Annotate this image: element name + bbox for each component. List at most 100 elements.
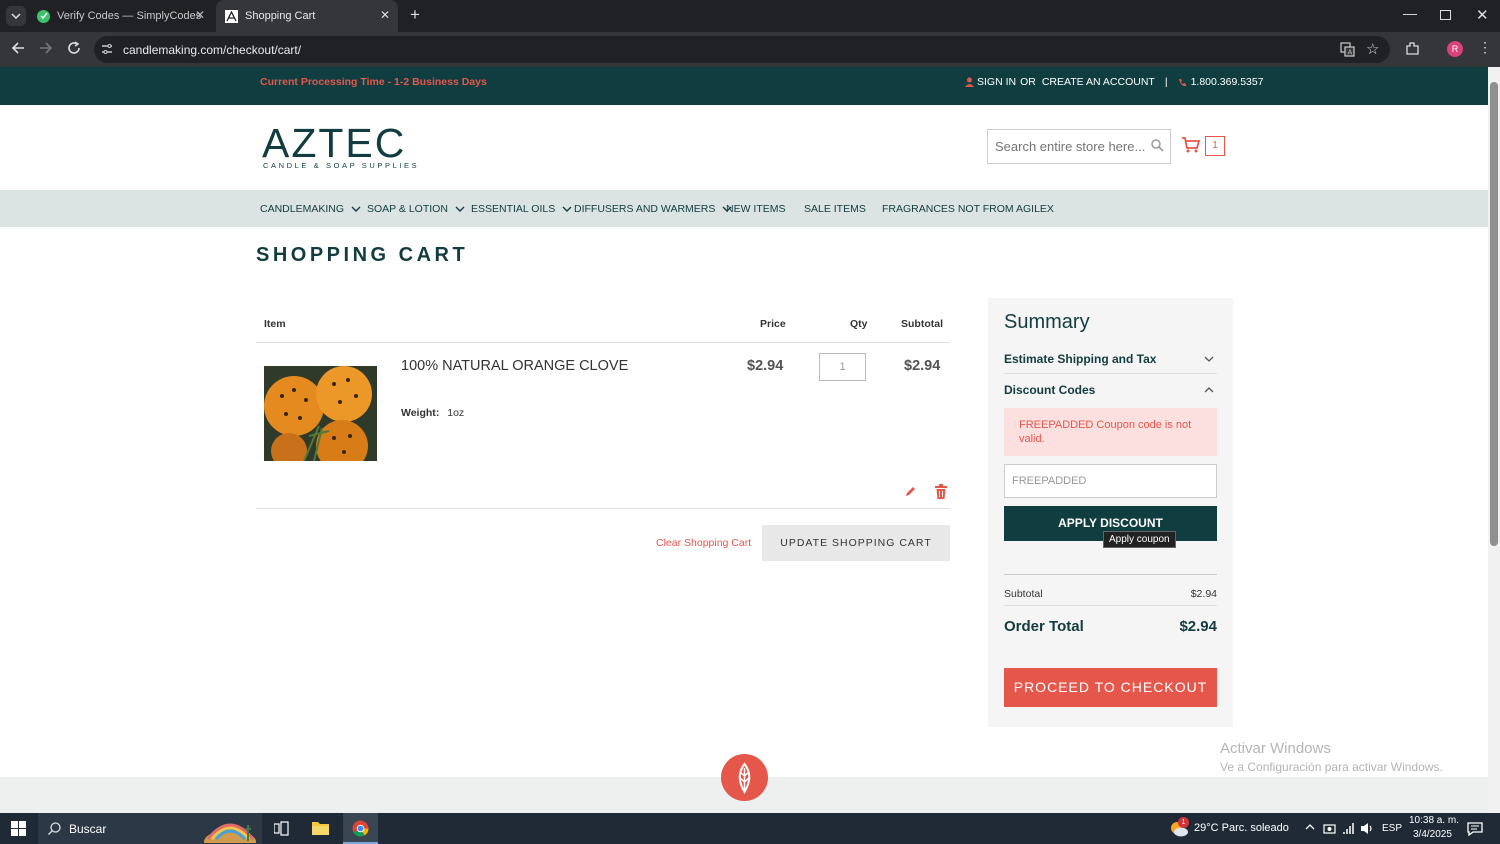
meet-now-icon[interactable] <box>1323 822 1336 835</box>
discount-codes-toggle[interactable]: Discount Codes <box>1004 376 1217 406</box>
create-account-link[interactable]: CREATE AN ACCOUNT <box>1042 76 1155 88</box>
translate-icon[interactable]: A <box>1340 42 1355 57</box>
taskbar-search-label: Buscar <box>69 822 107 836</box>
tab-title: Verify Codes — SimplyCodes <box>57 10 202 22</box>
cart-count-badge[interactable]: 1 <box>1205 136 1225 156</box>
back-icon[interactable] <box>10 40 26 56</box>
profile-avatar[interactable]: R <box>1447 41 1463 57</box>
aztec-logo[interactable]: AZTEC CANDLE & SOAP SUPPLIES <box>262 121 417 171</box>
chevron-down-icon <box>351 206 361 212</box>
minimize-icon[interactable]: — <box>1403 5 1417 21</box>
nav-label: CANDLEMAKING <box>260 202 345 215</box>
nav-sale-items[interactable]: SALE ITEMS <box>804 190 866 227</box>
search-input[interactable] <box>988 130 1148 163</box>
tab-simplycodes[interactable]: Verify Codes — SimplyCodes ✕ <box>28 0 214 32</box>
nav-candlemaking[interactable]: CANDLEMAKING <box>260 190 361 227</box>
delete-trash-icon[interactable] <box>935 484 947 499</box>
nav-label: ESSENTIAL OILS <box>471 202 556 215</box>
chevron-down-icon <box>1204 356 1214 362</box>
taskbar-chrome-button[interactable] <box>343 813 378 844</box>
notifications-icon[interactable] <box>1467 822 1483 836</box>
phone-link[interactable]: 1.800.369.5357 <box>1191 76 1264 88</box>
coupon-code-input[interactable]: FREEPADDED <box>1004 464 1217 498</box>
chevron-down-icon <box>562 206 572 212</box>
reload-icon[interactable] <box>66 40 82 56</box>
url-text[interactable]: candlemaking.com/checkout/cart/ <box>123 43 301 57</box>
chevron-up-icon <box>1204 387 1214 393</box>
logo-subtitle: CANDLE & SOAP SUPPLIES <box>263 161 420 170</box>
leaf-badge[interactable] <box>721 754 768 801</box>
sign-in-link[interactable]: SIGN IN <box>977 76 1016 88</box>
order-total-label: Order Total <box>1004 618 1084 635</box>
scrollbar-thumb[interactable] <box>1490 82 1498 546</box>
nav-diffusers-warmers[interactable]: DIFFUSERS AND WARMERS <box>574 190 732 227</box>
extensions-icon[interactable] <box>1405 41 1420 56</box>
windows-start-icon[interactable] <box>11 821 26 836</box>
close-window-icon[interactable]: ✕ <box>1476 6 1489 24</box>
chevron-up-icon[interactable] <box>1305 824 1315 830</box>
shipping-tax-label: Estimate Shipping and Tax <box>1004 352 1157 366</box>
leaf-icon <box>738 762 751 794</box>
chrome-icon <box>352 820 369 837</box>
proceed-to-checkout-button[interactable]: PROCEED TO CHECKOUT <box>1004 668 1217 707</box>
search-box[interactable] <box>987 129 1171 164</box>
page-scrollbar[interactable] <box>1488 67 1500 813</box>
orange-clove-image <box>264 366 377 461</box>
main-navigation: CANDLEMAKING SOAP & LOTION ESSENTIAL OIL… <box>0 190 1488 227</box>
weather-badge: 1 <box>1178 817 1189 828</box>
col-header-qty: Qty <box>850 318 868 330</box>
site-info-icon[interactable] <box>101 43 113 55</box>
nav-fragrances-not-agilex[interactable]: FRAGRANCES NOT FROM AGILEX <box>882 190 1054 227</box>
forward-icon[interactable] <box>38 40 54 56</box>
shipping-tax-toggle[interactable]: Estimate Shipping and Tax <box>1004 344 1217 374</box>
clear-cart-link[interactable]: Clear Shopping Cart <box>656 537 751 549</box>
new-tab-icon[interactable]: + <box>406 6 424 24</box>
site-header: AZTEC CANDLE & SOAP SUPPLIES 1 <box>0 105 1488 190</box>
weather-widget[interactable]: 1 <box>1169 817 1189 837</box>
discount-codes-label: Discount Codes <box>1004 383 1096 397</box>
activate-windows-title: Activar Windows <box>1220 740 1331 757</box>
volume-icon[interactable] <box>1360 822 1374 835</box>
search-icon[interactable] <box>1151 139 1164 152</box>
bookmark-star-icon[interactable]: ☆ <box>1366 40 1379 58</box>
option-value: 1oz <box>447 407 465 419</box>
option-label: Weight <box>401 407 436 419</box>
tab-search-button[interactable] <box>6 6 26 26</box>
divider <box>1004 574 1217 575</box>
qty-input[interactable]: 1 <box>819 353 866 381</box>
item-subtotal: $2.94 <box>904 358 941 374</box>
input-language[interactable]: ESP <box>1382 823 1402 834</box>
product-image[interactable] <box>264 366 377 461</box>
nav-label: SALE ITEMS <box>804 202 866 215</box>
clock-date[interactable]: 3/4/2025 <box>1413 829 1452 840</box>
nav-new-items[interactable]: NEW ITEMS <box>726 190 786 227</box>
file-explorer-icon[interactable] <box>312 820 329 835</box>
close-tab-icon[interactable]: ✕ <box>195 8 205 22</box>
clock-time[interactable]: 10:38 a. m. <box>1409 815 1459 826</box>
tab-shopping-cart[interactable]: Shopping Cart ✕ <box>216 0 398 32</box>
user-icon <box>965 77 974 87</box>
search-highlight-image <box>204 823 256 843</box>
processing-notice: Current Processing Time - 1-2 Business D… <box>260 76 487 88</box>
divider: | <box>1164 76 1168 88</box>
menu-kebab-icon[interactable]: ⋮ <box>1478 40 1492 54</box>
close-tab-icon[interactable]: ✕ <box>380 8 390 22</box>
taskbar-search-box[interactable]: Buscar <box>38 813 262 844</box>
summary-title: Summary <box>1004 311 1090 333</box>
network-icon[interactable] <box>1343 822 1357 835</box>
task-view-icon[interactable] <box>274 821 289 836</box>
restore-icon[interactable] <box>1440 10 1451 20</box>
edit-pencil-icon[interactable] <box>904 485 917 498</box>
nav-essential-oils[interactable]: ESSENTIAL OILS <box>471 190 572 227</box>
address-bar[interactable]: candlemaking.com/checkout/cart/ A ☆ <box>94 36 1390 63</box>
cart-icon[interactable] <box>1182 137 1200 153</box>
nav-label: SOAP & LOTION <box>367 202 448 215</box>
col-header-price: Price <box>760 318 786 330</box>
chevron-down-icon <box>11 13 21 19</box>
divider <box>1004 605 1217 606</box>
weather-text[interactable]: 29°C Parc. soleado <box>1194 822 1289 834</box>
product-name[interactable]: 100% NATURAL ORANGE CLOVE <box>401 358 628 374</box>
update-cart-button[interactable]: UPDATE SHOPPING CART <box>762 525 950 561</box>
nav-soap-lotion[interactable]: SOAP & LOTION <box>367 190 465 227</box>
browser-toolbar: candlemaking.com/checkout/cart/ A ☆ R ⋮ <box>0 32 1500 67</box>
